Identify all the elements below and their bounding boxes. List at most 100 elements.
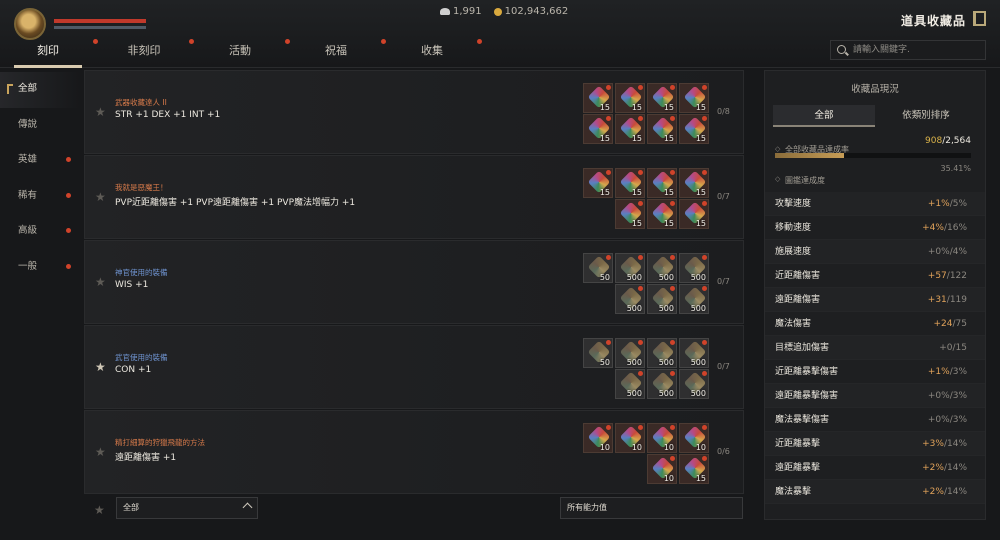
favorite-star-icon[interactable]: ★ <box>95 105 106 119</box>
stat-list: 攻擊速度 +1%/5% 移動速度 +4%/16% 施展速度 +0%/4% 近距離傷害 +57/… <box>765 192 985 504</box>
collection-row[interactable]: ★ 神官使用的裝備 WIS +1 50 500 500 500 500 500 500 0/7 <box>84 240 744 324</box>
item-enchant-level: 10 <box>663 443 674 452</box>
stat-current: +0 <box>939 343 953 353</box>
category-label: 英雄 <box>18 154 38 165</box>
item-slot[interactable]: 500 <box>679 338 709 368</box>
item-slot[interactable]: 500 <box>647 284 677 314</box>
stat-row: 移動速度 +4%/16% <box>765 216 985 240</box>
item-slot[interactable]: 15 <box>679 83 709 113</box>
item-slot[interactable]: 500 <box>679 253 709 283</box>
item-slot[interactable]: 15 <box>679 454 709 484</box>
favorite-star-icon[interactable]: ★ <box>95 445 106 459</box>
favorite-star-icon[interactable]: ★ <box>95 275 106 289</box>
stat-value: +3%/14% <box>922 432 967 456</box>
grade-filter-dropdown[interactable]: 全部 <box>116 497 258 519</box>
category-item-4[interactable]: 高級 <box>0 214 80 250</box>
item-slot[interactable]: 50 <box>583 338 613 368</box>
panel-tab-by-category[interactable]: 依類別排序 <box>875 105 977 127</box>
item-slot[interactable]: 500 <box>615 284 645 314</box>
category-item-0[interactable]: 全部 <box>0 72 80 108</box>
notification-dot <box>702 201 707 206</box>
stat-current: +24 <box>933 319 953 329</box>
item-slot[interactable]: 500 <box>615 338 645 368</box>
item-slot[interactable]: 10 <box>647 423 677 453</box>
grade-filter-value: 全部 <box>123 503 139 512</box>
notification-dot <box>670 340 675 345</box>
item-slot[interactable]: 10 <box>679 423 709 453</box>
notification-dot <box>702 340 707 345</box>
tab-2[interactable]: 活動 <box>192 39 290 68</box>
favorite-star-icon[interactable]: ★ <box>95 190 106 204</box>
collection-row[interactable]: ★ 武器收藏達人 II STR +1 DEX +1 INT +1 15 15 15 15 15… <box>84 70 744 154</box>
collection-row[interactable]: ★ 我就是惡魔王！ PVP近距離傷害 +1 PVP遠距離傷害 +1 PVP魔法增幅力… <box>84 155 744 239</box>
collection-row[interactable]: ★ 精打細算的狩獵飛龍的方法 遠距離傷害 +1 10 10 10 10 10 15 0/6 <box>84 410 744 494</box>
item-slot[interactable]: 15 <box>679 199 709 229</box>
collection-bonus: STR +1 DEX +1 INT +1 <box>115 110 221 120</box>
item-slot[interactable]: 500 <box>679 369 709 399</box>
item-slot[interactable]: 500 <box>615 369 645 399</box>
avatar[interactable] <box>14 8 46 40</box>
item-slot[interactable]: 500 <box>679 284 709 314</box>
item-enchant-level: 500 <box>690 304 706 313</box>
item-slot[interactable]: 500 <box>647 253 677 283</box>
stat-current: +3% <box>922 439 944 449</box>
item-slot[interactable]: 50 <box>583 253 613 283</box>
collection-bonus: CON +1 <box>115 365 152 375</box>
notification-dot <box>702 456 707 461</box>
item-slot[interactable]: 15 <box>679 114 709 144</box>
item-slot[interactable]: 15 <box>615 83 645 113</box>
tab-1[interactable]: 非刻印 <box>96 39 194 68</box>
item-slot[interactable]: 15 <box>647 83 677 113</box>
stat-filter-value: 所有能力值 <box>567 503 607 512</box>
page-title: 道具收藏品 <box>900 14 966 28</box>
item-slot[interactable]: 15 <box>615 114 645 144</box>
item-slot[interactable]: 15 <box>679 168 709 198</box>
stat-name: 攻擊速度 <box>775 199 812 209</box>
notification-dot <box>638 85 643 90</box>
item-slot[interactable]: 15 <box>647 199 677 229</box>
item-slot[interactable]: 15 <box>647 168 677 198</box>
item-enchant-level: 10 <box>631 443 642 452</box>
favorite-filter-star-icon[interactable]: ★ <box>94 503 105 517</box>
item-slot[interactable]: 15 <box>583 168 613 198</box>
category-item-1[interactable]: 傳說 <box>0 108 80 144</box>
item-slot[interactable]: 500 <box>647 369 677 399</box>
tab-0[interactable]: 刻印 <box>0 39 98 68</box>
item-enchant-level: 15 <box>663 103 674 112</box>
stat-filter-dropdown[interactable]: 所有能力值 <box>560 497 743 519</box>
stat-value: +0/15 <box>939 336 967 360</box>
search-input[interactable]: 請輸入關鍵字. <box>830 40 986 60</box>
stat-current: +2% <box>922 487 944 497</box>
stat-value: +1%/3% <box>928 360 967 384</box>
tab-4[interactable]: 收集 <box>384 39 482 68</box>
item-slot[interactable]: 15 <box>615 199 645 229</box>
panel-tab-all[interactable]: 全部 <box>773 105 875 127</box>
category-item-2[interactable]: 英雄 <box>0 143 80 179</box>
notification-dot <box>670 286 675 291</box>
item-slot[interactable]: 500 <box>615 253 645 283</box>
stat-current: +4% <box>922 223 944 233</box>
item-slot[interactable]: 15 <box>647 114 677 144</box>
item-slot[interactable]: 500 <box>647 338 677 368</box>
stat-row: 魔法傷害 +24/75 <box>765 312 985 336</box>
collection-row[interactable]: ★ 武官使用的裝備 CON +1 50 500 500 500 500 500 500 0/7 <box>84 325 744 409</box>
notification-dot <box>66 157 71 162</box>
notification-dot <box>670 116 675 121</box>
collection-progress: 0/7 <box>717 192 730 201</box>
item-slot[interactable]: 15 <box>615 168 645 198</box>
collection-book-icon[interactable] <box>973 11 986 26</box>
item-slot[interactable]: 15 <box>583 83 613 113</box>
item-slot[interactable]: 10 <box>615 423 645 453</box>
item-enchant-level: 500 <box>690 389 706 398</box>
stat-name: 遠距離暴擊傷害 <box>775 391 839 401</box>
tab-3[interactable]: 祝福 <box>288 39 386 68</box>
item-slot[interactable]: 10 <box>647 454 677 484</box>
item-slot[interactable]: 15 <box>583 114 613 144</box>
panel-title: 收藏品現況 <box>851 84 899 95</box>
category-item-3[interactable]: 稀有 <box>0 179 80 215</box>
category-item-5[interactable]: 一般 <box>0 250 80 286</box>
favorite-star-icon[interactable]: ★ <box>95 360 106 374</box>
item-slot[interactable]: 10 <box>583 423 613 453</box>
notification-dot <box>638 170 643 175</box>
stat-row: 施展速度 +0%/4% <box>765 240 985 264</box>
